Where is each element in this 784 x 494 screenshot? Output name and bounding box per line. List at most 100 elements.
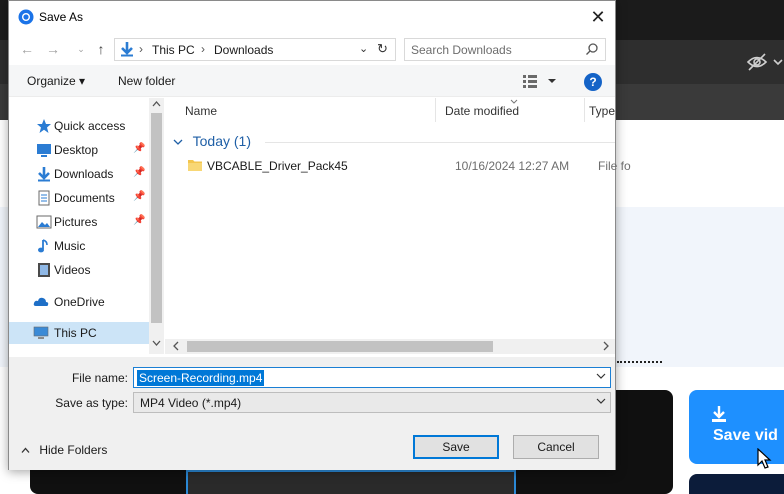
column-divider[interactable]	[435, 98, 436, 122]
search-box	[404, 38, 606, 61]
sidebar-item-desktop[interactable]: Desktop 📌	[9, 139, 149, 161]
chevron-down-icon[interactable]	[772, 56, 784, 68]
sidebar-item-label: Desktop	[54, 143, 99, 157]
folder-icon	[188, 160, 202, 171]
chrome-app-icon	[18, 9, 34, 25]
breadcrumb-separator: ›	[201, 42, 205, 56]
star-icon	[37, 119, 51, 133]
background-video-preview	[186, 470, 516, 494]
file-list: Name Date modified Type Today (1) VBCABL…	[165, 98, 631, 338]
background-divider	[617, 361, 662, 363]
download-arrow-icon	[121, 42, 133, 57]
file-list-horizontal-scrollbar[interactable]	[165, 339, 615, 354]
search-icon[interactable]	[585, 42, 599, 56]
sidebar-item-label: This PC	[54, 326, 97, 340]
save-as-type-value: MP4 Video (*.mp4)	[140, 396, 242, 410]
sidebar-item-label: Documents	[54, 191, 115, 205]
file-name-field[interactable]: Screen-Recording.mp4	[133, 367, 611, 388]
sidebar-item-label: Quick access	[54, 119, 126, 133]
help-icon[interactable]: ?	[584, 73, 602, 91]
organize-button[interactable]: Organize ▾	[27, 74, 85, 88]
sidebar-item-documents[interactable]: Documents 📌	[9, 187, 149, 209]
save-button[interactable]: Save	[413, 435, 499, 459]
new-folder-button[interactable]: New folder	[118, 74, 175, 88]
group-divider	[265, 142, 615, 143]
save-fields-panel: File name: Screen-Recording.mp4 Save as …	[9, 357, 615, 470]
navigation-scrollbar[interactable]	[149, 98, 164, 354]
scrollbar-thumb[interactable]	[151, 113, 162, 323]
cloud-icon	[33, 297, 49, 306]
pin-icon: 📌	[133, 191, 146, 202]
sidebar-item-downloads[interactable]: Downloads 📌	[9, 163, 149, 185]
search-input[interactable]	[411, 42, 581, 58]
recent-locations-button[interactable]: ⌄	[71, 39, 91, 59]
column-header-date-modified[interactable]: Date modified	[445, 104, 519, 118]
pin-icon: 📌	[133, 143, 146, 154]
file-name-label: File name:	[71, 371, 128, 385]
address-row: ← → ⌄ ↑ › This PC › Downloads ⌄ ↻	[9, 35, 615, 63]
table-row[interactable]: VBCABLE_Driver_Pack45 10/16/2024 12:27 A…	[165, 155, 631, 177]
download-icon	[712, 406, 726, 422]
music-icon	[38, 239, 48, 253]
eye-slash-icon[interactable]	[746, 52, 768, 72]
group-header-today[interactable]: Today (1)	[173, 133, 251, 149]
dialog-title: Save As	[39, 10, 84, 24]
mouse-cursor-icon	[757, 448, 772, 469]
file-name-value: Screen-Recording.mp4	[137, 370, 265, 386]
sidebar-item-onedrive[interactable]: OneDrive	[9, 291, 149, 313]
close-button[interactable]: ✕	[587, 6, 609, 28]
column-header-type[interactable]: Type	[589, 104, 615, 118]
sidebar-item-this-pc[interactable]: This PC	[9, 322, 149, 344]
save-as-type-label: Save as type:	[55, 396, 128, 410]
breadcrumb-separator: ›	[139, 42, 143, 56]
pin-icon: 📌	[133, 167, 146, 178]
background-secondary-button[interactable]	[689, 474, 784, 494]
cancel-button[interactable]: Cancel	[513, 435, 599, 459]
forward-button[interactable]: →	[43, 39, 63, 59]
chevron-down-icon[interactable]	[596, 396, 606, 406]
sidebar-item-videos[interactable]: Videos	[9, 259, 149, 281]
chevron-down-icon[interactable]	[596, 371, 606, 381]
sidebar-item-label: Music	[54, 239, 86, 253]
file-type: File fo	[598, 159, 631, 173]
chevron-down-icon	[173, 139, 183, 145]
chevron-up-icon	[21, 447, 30, 453]
scroll-down-icon[interactable]	[151, 338, 162, 348]
save-as-type-select[interactable]: MP4 Video (*.mp4)	[133, 392, 611, 413]
group-label: Today (1)	[192, 133, 251, 149]
pictures-icon	[36, 215, 52, 229]
address-bar[interactable]: › This PC › Downloads ⌄ ↻	[114, 38, 396, 61]
desktop-icon	[37, 144, 51, 157]
view-options-icon[interactable]	[521, 73, 559, 89]
up-button[interactable]: ↑	[91, 39, 111, 59]
file-name: VBCABLE_Driver_Pack45	[207, 159, 348, 173]
pin-icon: 📌	[133, 215, 146, 226]
sidebar-item-quick-access[interactable]: Quick access	[9, 115, 149, 137]
save-as-dialog: Save As ✕ ← → ⌄ ↑ › This PC › Downloads …	[8, 0, 631, 470]
scrollbar-thumb[interactable]	[187, 341, 493, 352]
download-icon	[38, 167, 50, 182]
navigation-pane: Quick access Desktop 📌 Downloads 📌 Docum…	[9, 98, 164, 354]
breadcrumb-this-pc[interactable]: This PC	[152, 43, 195, 57]
scroll-right-icon[interactable]	[602, 340, 610, 352]
breadcrumb-downloads[interactable]: Downloads	[214, 43, 273, 57]
sidebar-item-label: OneDrive	[54, 295, 105, 309]
sidebar-item-music[interactable]: Music	[9, 235, 149, 257]
videos-icon	[38, 263, 50, 277]
sidebar-item-label: Pictures	[54, 215, 98, 229]
scroll-up-icon[interactable]	[151, 99, 162, 109]
computer-icon	[33, 326, 49, 339]
save-video-label: Save vid	[713, 427, 778, 444]
address-dropdown-button[interactable]: ⌄	[359, 42, 368, 55]
back-button[interactable]: ←	[17, 39, 37, 59]
hide-folders-button[interactable]: Hide Folders	[21, 443, 107, 457]
scroll-left-icon[interactable]	[172, 340, 180, 352]
sidebar-item-pictures[interactable]: Pictures 📌	[9, 211, 149, 233]
file-date: 10/16/2024 12:27 AM	[455, 159, 570, 173]
refresh-button[interactable]: ↻	[377, 41, 388, 57]
dialog-title-bar[interactable]: Save As ✕	[9, 1, 615, 33]
sidebar-item-label: Downloads	[54, 167, 114, 181]
column-divider[interactable]	[584, 98, 585, 122]
column-header-name[interactable]: Name	[185, 104, 217, 118]
column-headers: Name Date modified Type	[165, 98, 615, 122]
